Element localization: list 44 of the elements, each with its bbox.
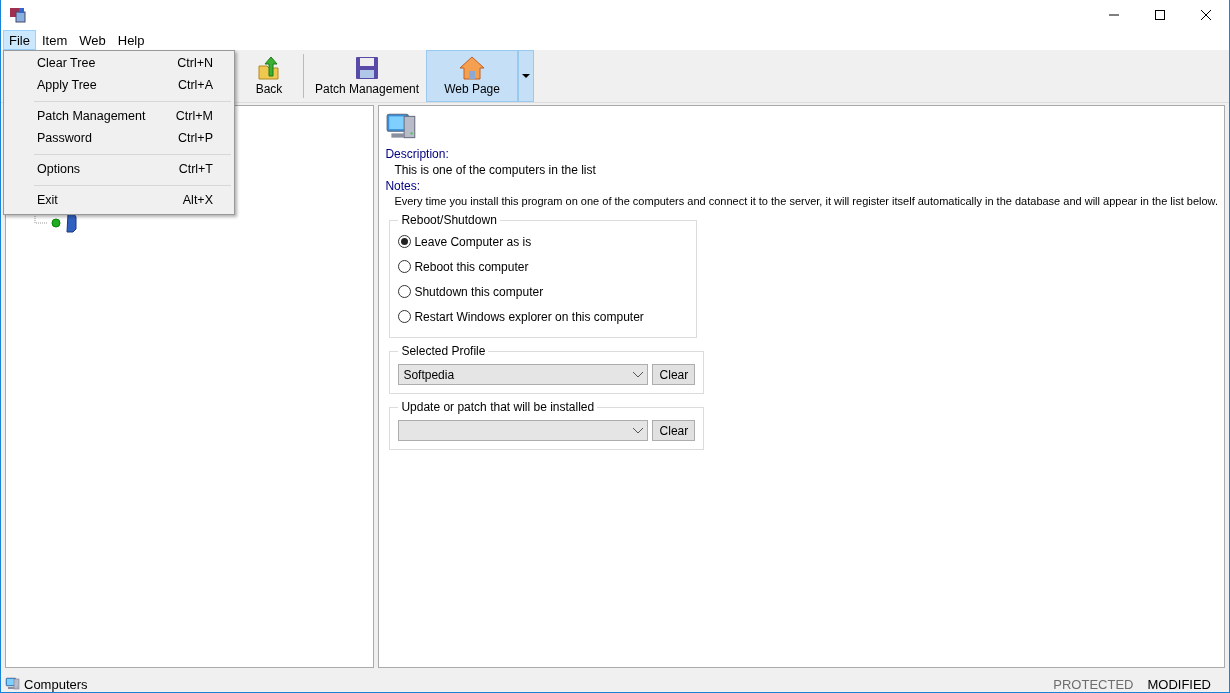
description-text: This is one of the computers in the list <box>393 163 597 177</box>
clear-button[interactable]: Clear <box>652 420 696 441</box>
chevron-icon <box>633 371 644 378</box>
menu-option[interactable]: Options Ctrl+T <box>4 159 234 181</box>
menu-item[interactable]: Help <box>111 30 151 50</box>
menu-option[interactable]: Password Ctrl+P <box>4 128 234 150</box>
menu-option[interactable]: Exit Alt+X <box>4 190 234 212</box>
status-text: Computers <box>24 676 88 692</box>
chevron-icon <box>633 427 644 434</box>
menu-option[interactable]: Apply Tree Ctrl+A <box>4 75 234 97</box>
status-label: MODIFIED <box>1147 676 1211 692</box>
radio-label[interactable]: Shutdown this computer <box>414 284 544 299</box>
menu-option[interactable]: Clear Tree Ctrl+N <box>4 53 234 75</box>
description-label: Description: <box>385 147 450 161</box>
radio-button[interactable] <box>398 235 412 248</box>
menu-item[interactable]: File <box>3 30 36 50</box>
radio-button[interactable] <box>398 260 412 273</box>
folder-arrow-icon <box>258 56 280 80</box>
notes-label: Notes: <box>385 179 422 193</box>
radio-button[interactable] <box>398 310 412 323</box>
app-icon <box>9 6 27 24</box>
radio-label[interactable]: Restart Windows explorer on this computer <box>414 309 644 324</box>
radio-button[interactable] <box>398 285 412 298</box>
close-icon <box>1201 10 1211 20</box>
status-label: PROTECTED <box>1053 676 1134 692</box>
clear-button[interactable]: Clear <box>652 364 696 385</box>
radio-label[interactable]: Reboot this computer <box>414 259 529 274</box>
menu-item[interactable]: Item <box>35 30 74 50</box>
caret-icon <box>522 74 531 78</box>
notes-text: Every time you install this program on one of the computers and connect it to the server, it will register itself automatically in the database and will appear in the list below. <box>393 195 1218 207</box>
group-title: Selected Profile <box>400 344 487 358</box>
toolbar-button[interactable]: Web Page <box>426 50 519 102</box>
toolbar-button[interactable]: Patch Management <box>308 50 427 102</box>
menu-option[interactable]: Patch Management Ctrl+M <box>4 106 234 128</box>
group-title: Reboot/Shutdown <box>400 213 498 227</box>
profile-dropdown[interactable]: Softpedia <box>398 364 649 385</box>
toolbar-button[interactable]: Back <box>239 50 299 102</box>
computer-icon <box>5 676 21 692</box>
radio-label[interactable]: Leave Computer as is <box>414 234 532 249</box>
house-icon <box>459 56 486 80</box>
maximize-icon <box>1155 10 1165 20</box>
group-title: Update or patch that will be installed <box>400 400 596 414</box>
menu-item[interactable]: Web <box>73 30 112 50</box>
dropdown-button[interactable] <box>518 50 535 102</box>
